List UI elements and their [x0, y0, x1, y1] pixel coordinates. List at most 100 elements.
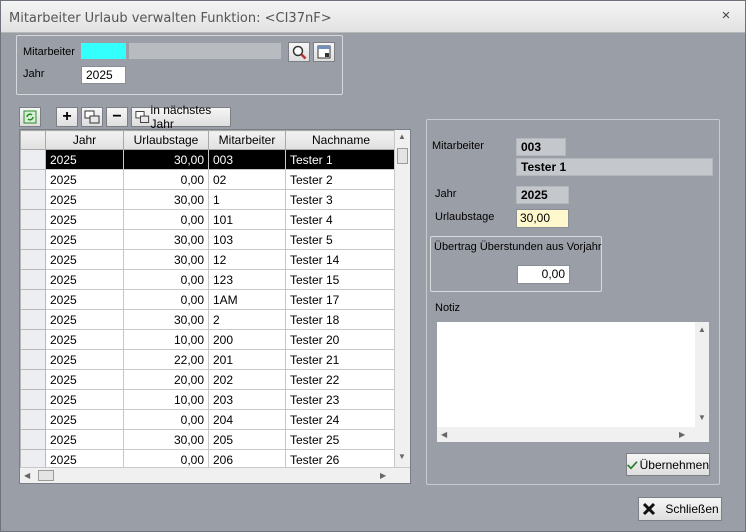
scroll-up-icon[interactable]: ▲: [398, 132, 406, 141]
cell-urlaubstage[interactable]: 30,00: [123, 309, 209, 330]
cell-jahr[interactable]: 2025: [45, 249, 124, 270]
close-button[interactable]: Schließen: [638, 497, 722, 521]
cell-mitarbeiter[interactable]: 103: [208, 229, 286, 250]
table-row[interactable]: 2025 30,00 2 Tester 18: [20, 309, 397, 330]
table-row[interactable]: 2025 10,00 203 Tester 23: [20, 389, 397, 410]
cell-nachname[interactable]: Tester 17: [285, 289, 397, 310]
cell-jahr[interactable]: 2025: [45, 309, 124, 330]
scroll-left-icon[interactable]: ◀: [24, 471, 30, 480]
cell-jahr[interactable]: 2025: [45, 289, 124, 310]
notiz-scroll-down-icon[interactable]: ▼: [698, 413, 706, 422]
cell-nachname[interactable]: Tester 4: [285, 209, 397, 230]
grid-header-jahr[interactable]: Jahr: [45, 130, 124, 150]
cell-urlaubstage[interactable]: 30,00: [123, 189, 209, 210]
row-indicator[interactable]: [20, 309, 46, 330]
row-indicator[interactable]: [20, 169, 46, 190]
cell-mitarbeiter[interactable]: 2: [208, 309, 286, 330]
scroll-right-icon[interactable]: ▶: [380, 471, 386, 480]
cell-urlaubstage[interactable]: 0,00: [123, 269, 209, 290]
cell-nachname[interactable]: Tester 23: [285, 389, 397, 410]
horizontal-scroll-thumb[interactable]: [38, 470, 54, 481]
clear-filter-button[interactable]: [313, 42, 335, 62]
cell-nachname[interactable]: Tester 18: [285, 309, 397, 330]
cell-mitarbeiter[interactable]: 203: [208, 389, 286, 410]
scroll-down-icon[interactable]: ▼: [398, 452, 406, 461]
cell-nachname[interactable]: Tester 3: [285, 189, 397, 210]
cell-jahr[interactable]: 2025: [45, 329, 124, 350]
row-indicator[interactable]: [20, 249, 46, 270]
cell-mitarbeiter[interactable]: 1AM: [208, 289, 286, 310]
table-row[interactable]: 2025 10,00 200 Tester 20: [20, 329, 397, 350]
cell-urlaubstage[interactable]: 22,00: [123, 349, 209, 370]
cell-mitarbeiter[interactable]: 101: [208, 209, 286, 230]
table-row[interactable]: 2025 0,00 123 Tester 15: [20, 269, 397, 290]
cell-mitarbeiter[interactable]: 202: [208, 369, 286, 390]
vertical-scroll-thumb[interactable]: [397, 148, 408, 164]
cell-jahr[interactable]: 2025: [45, 369, 124, 390]
row-indicator[interactable]: [20, 329, 46, 350]
cell-nachname[interactable]: Tester 21: [285, 349, 397, 370]
cell-jahr[interactable]: 2025: [45, 409, 124, 430]
cell-jahr[interactable]: 2025: [45, 389, 124, 410]
cell-nachname[interactable]: Tester 25: [285, 429, 397, 450]
cell-urlaubstage[interactable]: 10,00: [123, 389, 209, 410]
grid-horizontal-scrollbar[interactable]: ◀ ▶: [20, 467, 410, 483]
cell-urlaubstage[interactable]: 30,00: [123, 429, 209, 450]
uebertrag-input[interactable]: 0,00: [517, 265, 570, 284]
cell-nachname[interactable]: Tester 15: [285, 269, 397, 290]
cell-mitarbeiter[interactable]: 123: [208, 269, 286, 290]
row-indicator[interactable]: [20, 189, 46, 210]
refresh-button[interactable]: [19, 107, 41, 127]
grid-header-urlaubstage[interactable]: Urlaubstage: [123, 130, 209, 150]
close-icon[interactable]: ×: [719, 8, 733, 23]
cell-urlaubstage[interactable]: 0,00: [123, 169, 209, 190]
notiz-scroll-left-icon[interactable]: ◀: [441, 430, 447, 439]
cell-mitarbeiter[interactable]: 204: [208, 409, 286, 430]
detail-urlaubstage-input[interactable]: 30,00: [516, 209, 569, 228]
filter-jahr-input[interactable]: 2025: [81, 66, 126, 84]
cell-mitarbeiter[interactable]: 200: [208, 329, 286, 350]
cell-urlaubstage[interactable]: 30,00: [123, 149, 209, 170]
cell-nachname[interactable]: Tester 5: [285, 229, 397, 250]
table-row[interactable]: 2025 22,00 201 Tester 21: [20, 349, 397, 370]
cell-jahr[interactable]: 2025: [45, 269, 124, 290]
table-row[interactable]: 2025 30,00 003 Tester 1: [20, 149, 397, 170]
row-indicator[interactable]: [20, 369, 46, 390]
table-row[interactable]: 2025 30,00 103 Tester 5: [20, 229, 397, 250]
cell-jahr[interactable]: 2025: [45, 349, 124, 370]
next-year-button[interactable]: in nächstes Jahr: [131, 103, 231, 131]
grid-vertical-scrollbar[interactable]: ▲ ▼: [394, 130, 410, 467]
row-indicator[interactable]: [20, 229, 46, 250]
grid-header-nachname[interactable]: Nachname: [285, 130, 397, 150]
cell-jahr[interactable]: 2025: [45, 429, 124, 450]
row-indicator[interactable]: [20, 389, 46, 410]
cell-mitarbeiter[interactable]: 12: [208, 249, 286, 270]
employee-vacation-grid[interactable]: Jahr Urlaubstage Mitarbeiter Nachname 20…: [19, 129, 411, 484]
cell-nachname[interactable]: Tester 14: [285, 249, 397, 270]
notiz-scroll-up-icon[interactable]: ▲: [698, 325, 706, 334]
cell-urlaubstage[interactable]: 30,00: [123, 249, 209, 270]
cell-mitarbeiter[interactable]: 1: [208, 189, 286, 210]
cell-nachname[interactable]: Tester 2: [285, 169, 397, 190]
row-indicator[interactable]: [20, 349, 46, 370]
table-row[interactable]: 2025 30,00 205 Tester 25: [20, 429, 397, 450]
row-indicator[interactable]: [20, 409, 46, 430]
table-row[interactable]: 2025 30,00 12 Tester 14: [20, 249, 397, 270]
title-bar[interactable]: Mitarbeiter Urlaub verwalten Funktion: <…: [1, 1, 745, 33]
table-row[interactable]: 2025 20,00 202 Tester 22: [20, 369, 397, 390]
add-button[interactable]: +: [56, 107, 78, 127]
cell-jahr[interactable]: 2025: [45, 189, 124, 210]
cell-mitarbeiter[interactable]: 205: [208, 429, 286, 450]
notiz-horizontal-scrollbar[interactable]: ◀ ▶: [437, 427, 709, 442]
table-row[interactable]: 2025 0,00 1AM Tester 17: [20, 289, 397, 310]
copy-button[interactable]: [81, 107, 103, 127]
cell-nachname[interactable]: Tester 24: [285, 409, 397, 430]
table-row[interactable]: 2025 0,00 101 Tester 4: [20, 209, 397, 230]
search-button[interactable]: [288, 42, 310, 62]
cell-mitarbeiter[interactable]: 201: [208, 349, 286, 370]
cell-jahr[interactable]: 2025: [45, 169, 124, 190]
table-row[interactable]: 2025 0,00 204 Tester 24: [20, 409, 397, 430]
cell-urlaubstage[interactable]: 0,00: [123, 209, 209, 230]
cell-jahr[interactable]: 2025: [45, 209, 124, 230]
row-indicator[interactable]: [20, 429, 46, 450]
